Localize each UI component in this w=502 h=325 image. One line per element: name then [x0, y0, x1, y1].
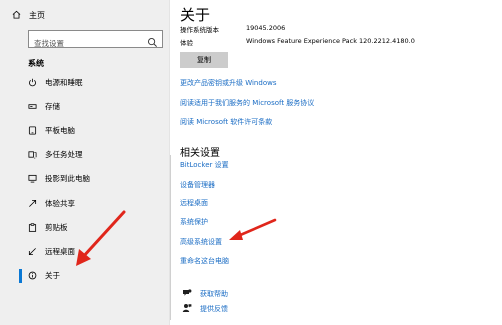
sidebar-item-storage[interactable]: 存储	[0, 94, 170, 118]
link-system-protection[interactable]: 系统保护	[180, 217, 208, 227]
sidebar-item-shared-experiences[interactable]: 体验共享	[0, 191, 170, 215]
home-label: 主页	[29, 11, 45, 20]
storage-icon	[28, 102, 37, 111]
search-box[interactable]	[28, 30, 163, 52]
sidebar-item-about[interactable]: 关于	[0, 264, 170, 288]
sidebar-item-label: 体验共享	[45, 198, 75, 208]
related-settings-title: 相关设置	[180, 148, 220, 159]
search-input[interactable]	[29, 35, 139, 52]
section-title-system: 系统	[28, 59, 44, 68]
help-icon	[182, 288, 192, 300]
clipboard-icon	[28, 223, 37, 232]
copy-button[interactable]: 复制	[180, 52, 228, 68]
tablet-icon	[28, 126, 37, 135]
multitasking-icon	[28, 150, 37, 159]
spec-row-os-build: 操作系统版本 19045.2006	[180, 24, 285, 34]
footer-give-feedback[interactable]: 提供反馈	[182, 303, 228, 315]
footer-link-label: 获取帮助	[200, 290, 228, 298]
spec-value: 19045.2006	[246, 24, 286, 32]
sidebar-item-label: 电源和睡眠	[45, 77, 83, 87]
feedback-icon	[182, 303, 192, 315]
link-device-manager[interactable]: 设备管理器	[180, 180, 215, 190]
sidebar-item-label: 远程桌面	[45, 246, 75, 256]
project-icon	[28, 174, 37, 183]
remote-desktop-icon	[28, 247, 37, 256]
link-services-agreement[interactable]: 阅读适用于我们服务的 Microsoft 服务协议	[180, 98, 314, 108]
sidebar-item-label: 剪贴板	[45, 222, 68, 232]
sidebar-item-clipboard[interactable]: 剪贴板	[0, 215, 170, 239]
link-change-product-key[interactable]: 更改产品密钥或升级 Windows	[180, 78, 276, 88]
info-icon	[28, 271, 37, 280]
spec-value: Windows Feature Experience Pack 120.2212…	[246, 37, 415, 45]
link-advanced-system-settings[interactable]: 高级系统设置	[180, 237, 222, 247]
sidebar-item-project-to-pc[interactable]: 投影到此电脑	[0, 167, 170, 191]
sidebar-item-label: 投影到此电脑	[45, 174, 90, 184]
sidebar-nav: 电源和睡眠 存储 平板电脑 多任务处理 投影到此电脑 体验共享 剪贴板 远程桌面…	[0, 70, 170, 288]
sidebar-item-label: 关于	[45, 271, 60, 281]
spec-row-experience: 体验 Windows Feature Experience Pack 120.2…	[180, 37, 415, 47]
footer-get-help[interactable]: 获取帮助	[182, 288, 228, 300]
page-title: 关于	[180, 6, 211, 24]
scroll-rail[interactable]	[170, 155, 171, 320]
sidebar-item-remote-desktop[interactable]: 远程桌面	[0, 239, 170, 263]
sidebar-item-label: 存储	[45, 101, 60, 111]
shared-experience-icon	[28, 199, 37, 208]
search-icon[interactable]	[147, 33, 158, 52]
home-icon	[12, 10, 21, 21]
about-page: 关于 操作系统版本 19045.2006 体验 Windows Feature …	[180, 0, 502, 325]
link-license-terms[interactable]: 阅读 Microsoft 软件许可条款	[180, 117, 272, 127]
sidebar-item-tablet[interactable]: 平板电脑	[0, 118, 170, 142]
link-bitlocker-settings[interactable]: BitLocker 设置	[180, 160, 229, 170]
spec-label: 体验	[180, 39, 193, 47]
sidebar-item-label: 平板电脑	[45, 125, 75, 135]
settings-sidebar: 主页 系统 电源和睡眠 存储 平板电脑	[0, 0, 170, 325]
footer-link-label: 提供反馈	[200, 305, 228, 313]
home-nav-item[interactable]: 主页	[12, 10, 45, 21]
sidebar-item-power-sleep[interactable]: 电源和睡眠	[0, 70, 170, 94]
link-remote-desktop[interactable]: 远程桌面	[180, 198, 208, 208]
sidebar-item-multitasking[interactable]: 多任务处理	[0, 143, 170, 167]
spec-label: 操作系统版本	[180, 26, 219, 34]
link-rename-this-pc[interactable]: 重命名这台电脑	[180, 256, 229, 266]
sidebar-item-label: 多任务处理	[45, 150, 83, 160]
power-icon	[28, 78, 37, 87]
